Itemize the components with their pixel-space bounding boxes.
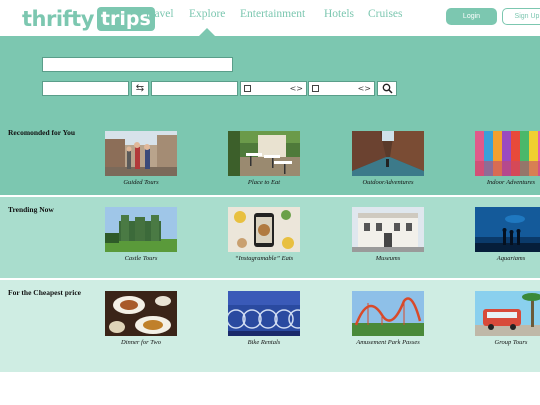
section-recommended: Recomonded for You Guided Tours Place to…: [0, 120, 540, 195]
end-date-stepper-icon[interactable]: <>: [358, 82, 371, 95]
card-caption: “Instagramable” Eats: [234, 255, 294, 262]
card-amusement-park-passes[interactable]: Amusement Park Passes: [352, 291, 424, 347]
swap-button[interactable]: ⇆: [131, 81, 149, 96]
login-button[interactable]: Login: [446, 8, 497, 25]
section-cheapest: For the Cheapest price Dinner for Two Bi…: [0, 280, 540, 372]
nav-cruises[interactable]: Cruises: [368, 8, 403, 20]
castle-tours-image: [105, 207, 177, 252]
section-title: Recomonded for You: [8, 128, 76, 137]
dinner-for-two-image: [105, 291, 177, 336]
card-caption: Museums: [375, 255, 401, 262]
group-tours-image: [475, 291, 540, 336]
card-caption: Indoor Adventures: [486, 179, 536, 186]
museums-image: [352, 207, 424, 252]
from-field[interactable]: [42, 81, 129, 96]
card-caption: Bike Rentals: [247, 339, 281, 346]
card-indoor-adventures[interactable]: Indoor Adventures: [475, 131, 540, 187]
nav-entertainment[interactable]: Entertainment: [240, 8, 305, 20]
search-button[interactable]: [377, 81, 397, 96]
guided-tours-image: [105, 131, 177, 176]
start-date-stepper-icon[interactable]: <>: [290, 82, 303, 95]
nav-hotels[interactable]: Hotels: [324, 8, 354, 20]
section-title: Trending Now: [8, 205, 54, 214]
search-input[interactable]: [42, 57, 233, 72]
section-trending: Trending Now Castle Tours “Instagramable…: [0, 197, 540, 278]
card-caption: Amusement Park Passes: [356, 339, 420, 346]
card-caption: Dinner for Two: [121, 339, 161, 346]
card-caption: Castle Tours: [124, 255, 158, 262]
aquariams-image: [475, 207, 540, 252]
bike-rentals-image: [228, 291, 300, 336]
amusement-park-passes-image: [352, 291, 424, 336]
card-caption: Group Tours: [494, 339, 528, 346]
outdoor-adventures-image: [352, 131, 424, 176]
nav-travel[interactable]: Travel: [144, 8, 174, 20]
signup-button[interactable]: Sign Up: [502, 8, 540, 25]
section-title: For the Cheapest price: [8, 288, 81, 297]
indoor-adventures-image: [475, 131, 540, 176]
start-date-field[interactable]: <>: [240, 81, 307, 96]
card-castle-tours[interactable]: Castle Tours: [105, 207, 177, 263]
search-band: ⇆ <> <>: [0, 36, 540, 120]
card-dinner-for-two[interactable]: Dinner for Two: [105, 291, 177, 347]
to-field[interactable]: [151, 81, 238, 96]
swap-arrows-icon: ⇆: [135, 83, 145, 94]
card-aquariams[interactable]: Aquariams: [475, 207, 540, 263]
end-date-field[interactable]: <>: [308, 81, 375, 96]
start-date-checkbox[interactable]: [244, 85, 251, 92]
card-bike-rentals[interactable]: Bike Rentals: [228, 291, 300, 347]
card-caption: Aquariams: [496, 255, 526, 262]
card-place-to-eat[interactable]: Place to Eat: [228, 131, 300, 187]
card-group-tours[interactable]: Group Tours: [475, 291, 540, 347]
place-to-eat-image: [228, 131, 300, 176]
card-caption: OutdoorAdventures: [362, 179, 414, 186]
active-nav-indicator: [199, 28, 215, 36]
instagramable-eats-image: [228, 207, 300, 252]
card-guided-tours[interactable]: Guided Tours: [105, 131, 177, 187]
card-museums[interactable]: Museums: [352, 207, 424, 263]
end-date-checkbox[interactable]: [312, 85, 319, 92]
card-outdoor-adventures[interactable]: OutdoorAdventures: [352, 131, 424, 187]
nav-explore[interactable]: Explore: [189, 8, 225, 20]
top-header: thrifty trips Travel Explore Entertainme…: [0, 0, 540, 36]
card-caption: Guided Tours: [123, 179, 159, 186]
card-caption: Place to Eat: [247, 179, 281, 186]
card-instagramable-eats[interactable]: “Instagramable” Eats: [228, 207, 300, 263]
magnifier-icon: [382, 83, 393, 94]
